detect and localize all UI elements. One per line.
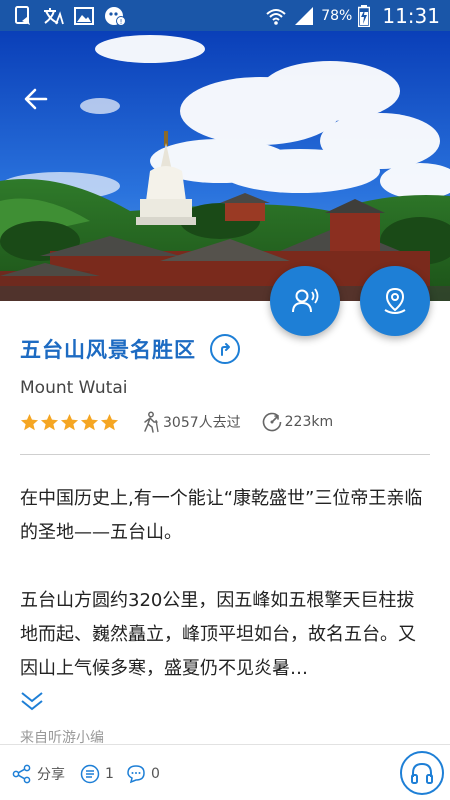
list-comment-icon [80,764,100,784]
notification-icon [15,6,30,25]
status-left-icons: ! [14,5,126,27]
message-count: 0 [151,766,160,782]
share-label: 分享 [37,767,65,783]
location-pin-icon [384,287,406,314]
image-icon [74,7,94,25]
english-name: Mount Wutai [20,378,128,398]
turn-right-icon [221,343,230,356]
description-paragraph: 五台山方圆约320公里，因五峰如五根擎天巨柱拔地而起、巍然矗立，峰顶平坦如台，故… [20,590,416,679]
chat-bubble-icon [127,765,145,784]
audio-guide-icon [292,288,319,313]
expand-button[interactable] [20,690,44,712]
double-chevron-down-icon [21,692,43,711]
star-icon [80,413,99,430]
share-icon [12,764,31,784]
star-icon [60,413,79,430]
bottom-bar: 分享 1 0 [0,744,450,800]
svg-text:!: ! [120,18,123,26]
ghost-notification-icon: ! [105,7,126,26]
distance-text: 223km [284,414,334,430]
back-button[interactable] [18,81,54,117]
visitors-count: 3057人去过 [139,411,241,433]
hiker-icon [144,411,159,433]
distance-icon [262,412,281,432]
audio-guide-button[interactable] [270,266,340,336]
status-right-icons: 78% 11:31 [265,3,440,29]
star-icon [40,413,59,430]
mount-wutai-photo [0,31,450,301]
page-title: 五台山风景名胜区 [20,338,196,362]
share-button[interactable]: 分享 [12,763,65,785]
meta-row: 3057人去过 223km [20,408,333,436]
headphones-icon [411,762,433,784]
description: 在中国历史上,有一个能让“康乾盛世”三位帝王亲临的圣地——五台山。 五台山方圆约… [20,482,432,686]
rating-stars [20,413,119,432]
title-row: 五台山风景名胜区 [20,332,240,366]
battery-percent: 78% [321,8,353,24]
divider [20,454,430,455]
comment-count: 1 [105,766,114,782]
visitors-text: 3057人去过 [163,415,241,431]
arrow-left-icon [24,88,48,110]
translate-icon [44,8,64,25]
wifi-icon [266,9,286,25]
status-bar: ! 78% 11:31 [0,0,450,31]
location-button[interactable] [360,266,430,336]
description-paragraph: 在中国历史上,有一个能让“康乾盛世”三位帝王亲临的圣地——五台山。 [20,488,423,543]
route-button[interactable] [210,334,240,364]
battery-charging-icon [358,5,371,27]
comments-button[interactable]: 1 [80,763,114,785]
hero-image [0,31,450,301]
star-icon [20,413,39,430]
messages-button[interactable]: 0 [126,763,160,785]
headphones-button[interactable] [400,751,444,795]
star-icon [100,413,119,430]
status-time: 11:31 [382,4,440,28]
signal-icon [295,7,314,25]
distance: 223km [261,411,333,433]
